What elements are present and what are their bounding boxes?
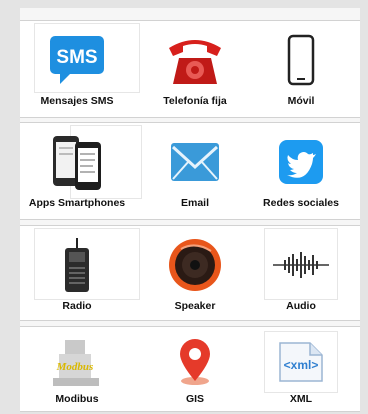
channel-label: Mensajes SMS — [40, 95, 114, 107]
channel-label: Redes sociales — [263, 197, 339, 209]
channel-label: Radio — [62, 300, 92, 312]
channel-gis[interactable]: GIS — [140, 329, 250, 409]
channel-email[interactable]: Email — [140, 125, 250, 217]
radio-icon — [45, 234, 109, 296]
twitter-bird-icon — [269, 131, 333, 193]
channel-label: XML — [289, 393, 313, 405]
smartphones-icon — [45, 131, 109, 193]
channel-label: Audio — [286, 300, 316, 312]
channels-panel: SMS Mensajes SMS Telefonía fija Móvil Ap… — [20, 8, 360, 412]
channel-label: Email — [180, 197, 209, 209]
channel-row-2: Apps Smartphones Email Redes sociales — [20, 122, 360, 220]
channel-speaker[interactable]: Speaker — [140, 228, 250, 320]
channel-label: Speaker — [174, 300, 216, 312]
landline-phone-icon — [163, 29, 227, 91]
channel-label: Telefonía fija — [163, 95, 227, 107]
channel-mobile[interactable]: Móvil — [246, 23, 356, 115]
speaker-icon — [163, 234, 227, 296]
channel-landline[interactable]: Telefonía fija — [140, 23, 250, 115]
channel-label: Modibus — [55, 393, 99, 405]
channel-row-1: SMS Mensajes SMS Telefonía fija Móvil — [20, 20, 360, 118]
channel-label: Apps Smartphones — [28, 197, 126, 209]
channel-apps-smartphones[interactable]: Apps Smartphones — [22, 125, 132, 217]
sms-icon: SMS — [45, 29, 109, 91]
modbus-icon-text: Modbus — [56, 361, 94, 373]
xml-icon: <xml> — [269, 335, 333, 389]
xml-icon-text: <xml> — [284, 358, 319, 372]
channel-social[interactable]: Redes sociales — [246, 125, 356, 217]
channel-label: Móvil — [287, 95, 315, 107]
channel-row-3: Radio Speaker Audio — [20, 225, 360, 321]
map-pin-icon — [163, 335, 227, 389]
channel-row-4: Modbus Modibus GIS <xml> XML — [20, 326, 360, 412]
channel-sms[interactable]: SMS Mensajes SMS — [22, 23, 132, 115]
channel-audio[interactable]: Audio — [246, 228, 356, 320]
modbus-icon: Modbus — [45, 335, 109, 389]
sms-icon-text: SMS — [56, 47, 97, 68]
channel-modbus[interactable]: Modbus Modibus — [22, 329, 132, 409]
channel-xml[interactable]: <xml> XML — [246, 329, 356, 409]
audio-waveform-icon — [269, 234, 333, 296]
mobile-phone-icon — [269, 29, 333, 91]
channel-label: GIS — [185, 393, 205, 405]
channel-radio[interactable]: Radio — [22, 228, 132, 320]
email-icon — [163, 131, 227, 193]
